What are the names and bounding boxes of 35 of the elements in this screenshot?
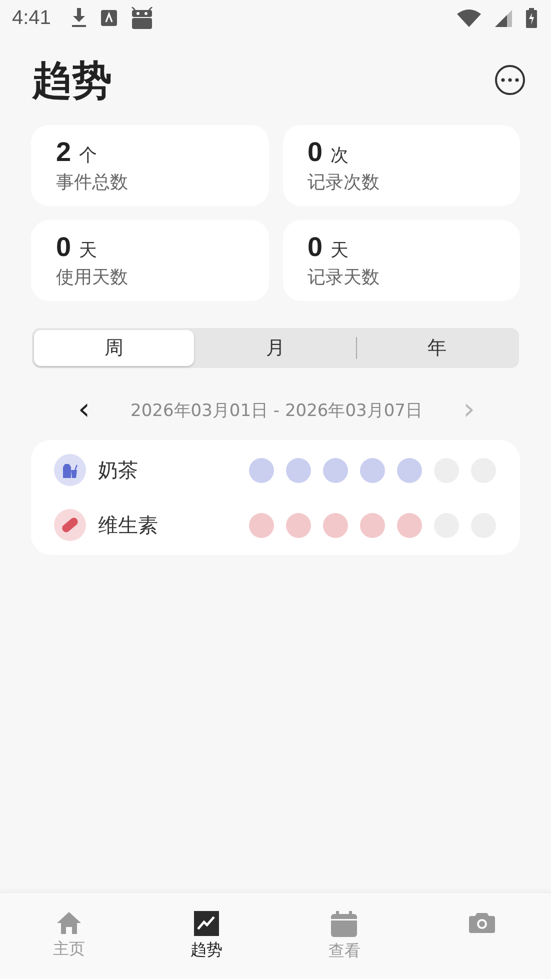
event-name: 奶茶 <box>98 456 139 484</box>
stat-label: 记录次数 <box>308 171 380 194</box>
calendar-icon <box>331 911 358 937</box>
more-button[interactable] <box>495 65 525 95</box>
cups-icon <box>62 462 78 478</box>
stat-label: 事件总数 <box>56 171 129 194</box>
nav-tab[interactable]: 趋势 <box>138 893 276 979</box>
page-title: 趋势 <box>32 56 112 106</box>
home-icon <box>56 911 82 935</box>
period-tab[interactable]: 周 <box>34 330 194 366</box>
event-name: 维生素 <box>98 512 159 538</box>
robot-icon <box>130 7 153 29</box>
stat-unit: 天 <box>330 239 349 262</box>
trend-chart-icon <box>194 911 220 936</box>
stat-value: 2 <box>56 137 72 168</box>
period-tab[interactable]: 年 <box>356 330 517 366</box>
battery-icon <box>526 8 537 28</box>
more-icon <box>501 78 519 82</box>
date-range: 2026年03月01日 - 2026年03月07日 <box>130 400 422 422</box>
stat-value: 0 <box>308 232 323 263</box>
stat-value: 0 <box>56 232 72 263</box>
stat-unit: 天 <box>79 239 98 262</box>
keyboard-app-icon <box>100 10 117 26</box>
status-time: 4:41 <box>12 6 51 30</box>
stat-label: 记录天数 <box>308 266 380 289</box>
stat-value: 0 <box>308 137 323 168</box>
signal-icon <box>495 10 512 26</box>
stat-unit: 次 <box>330 144 349 167</box>
stat-label: 使用天数 <box>56 266 129 289</box>
download-icon <box>70 8 87 28</box>
camera-icon <box>469 911 496 933</box>
period-tab[interactable]: 月 <box>195 330 356 366</box>
previous-button[interactable]: ‹ <box>72 395 96 425</box>
stat-unit: 个 <box>79 144 98 167</box>
wifi-icon <box>457 9 481 27</box>
